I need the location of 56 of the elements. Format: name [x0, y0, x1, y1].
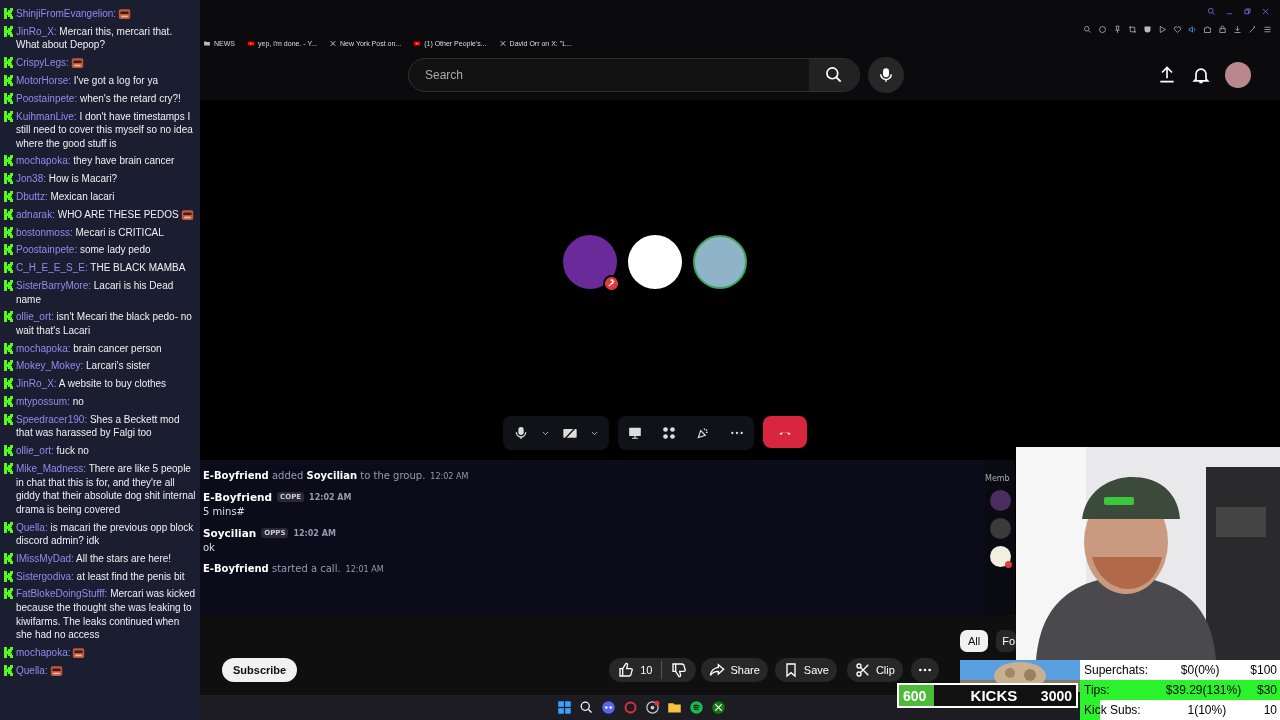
goal-value: $39.29(131%) — [1164, 683, 1243, 697]
timestamp: 12:02 AM — [293, 528, 336, 538]
members-header: Memb — [985, 474, 1010, 483]
chat-message: Mokey_Mokey: Larcari's sister — [16, 360, 151, 372]
goal-target: 10 — [1263, 703, 1278, 717]
author-name[interactable]: Soycilian — [203, 527, 257, 539]
chat-message: SisterBarryMore: Lacari is his Dead name — [16, 279, 174, 305]
chat-message: ollie_ort: fuck no — [16, 445, 89, 457]
chat-message: Dbuttz: Mexican lacari — [16, 191, 115, 203]
goal-value: $0(0%) — [1179, 663, 1221, 677]
chat-message: Poostainpete: some lady pedo — [16, 244, 151, 256]
chat-message: ollie_ort: isn't Mecari the black pedo- no wait that's Lacari — [16, 311, 192, 336]
subscribe-button[interactable]: Subscribe — [222, 658, 298, 682]
goal-target: $30 — [1256, 683, 1278, 697]
chat-message: mochapoka: they have brain cancer — [16, 155, 175, 167]
goal-value: 1(10%) — [1186, 703, 1228, 717]
filter-chip[interactable]: Fo — [996, 630, 1017, 652]
timestamp: 12:02 AM — [309, 492, 352, 502]
goal-label: Superchats: — [1083, 663, 1150, 677]
chat-message: Sistergodiva: at least find the penis bit — [16, 570, 185, 582]
chat-message: C_H_E_E_S_E: THE BLACK MAMBA — [16, 262, 186, 274]
search-field[interactable]: Search — [408, 58, 860, 92]
chat-message: KuihmanLive: I don't have timestamps I still need to cover this myself so no idea where the good stuff is — [16, 110, 193, 149]
chat-message: JinRo_X: Mercari this, mercari that. What about Depop? — [16, 25, 173, 51]
chat-message: Jon38: How is Macari? — [16, 173, 118, 185]
chat-message: FatBlokeDoingStufff: Mercari was kicked because the thought she was leaking to kiwifarms. The leaks continued when she had no access — [16, 588, 196, 641]
goal-label: Tips: — [1083, 683, 1111, 697]
kicks-goal-bar: 600 KICKS 3000 — [897, 683, 1078, 708]
like-button[interactable]: 10 — [609, 658, 662, 682]
chat-message: JinRo_X: A website to buy clothes — [16, 378, 167, 390]
chat-message: MotorHorse: I've got a log for ya — [16, 74, 158, 86]
chat-message: Mike_Madness: There are like 5 people in chat that this is for, and they're all giddy that their absolute dog shit internal drama is being covered — [16, 462, 196, 515]
message-text: 5 mins# — [203, 506, 246, 517]
chat-message: IMissMyDad: All the stars are here! — [16, 552, 172, 564]
chat-message: bostonmoss: Mecari is CRITICAL — [16, 226, 164, 238]
chat-message: ShinjiFromEvangelion: — [16, 8, 117, 19]
chat-message: CrispyLegs: — [16, 57, 69, 69]
chat-message: Speedracer190: Shes a Beckett mod that was harassed by Falgi too — [16, 413, 180, 439]
timestamp: 12:02 AM — [430, 472, 469, 481]
system-message: E-Boyfriend started a call. — [203, 563, 341, 574]
goal-target: $100 — [1250, 663, 1278, 677]
chat-message: adnarak: WHO ARE THESE PEDOS — [16, 208, 179, 220]
chat-message: Quella: is macari the previous opp block discord admin? idk — [16, 521, 194, 547]
chat-message: Poostainpete: when's the retard cry?! — [16, 92, 181, 104]
share-button[interactable]: Share — [701, 658, 768, 682]
save-button[interactable]: Save — [774, 658, 837, 682]
author-name[interactable]: E-Boyfriend — [203, 491, 273, 503]
chat-message: mochapoka: — [16, 647, 71, 659]
system-message: E-Boyfriend added Soycilian to the group. — [203, 470, 426, 481]
chat-message: Quella: — [16, 664, 48, 676]
clip-button[interactable]: Clip — [846, 658, 903, 682]
chat-message: mtypossum: no — [16, 396, 84, 408]
message-text: ok — [203, 542, 216, 553]
chat-message: mochapoka: brain cancer person — [16, 342, 162, 354]
timestamp: 12:01 AM — [345, 565, 384, 574]
filter-chip[interactable]: All — [960, 630, 989, 652]
